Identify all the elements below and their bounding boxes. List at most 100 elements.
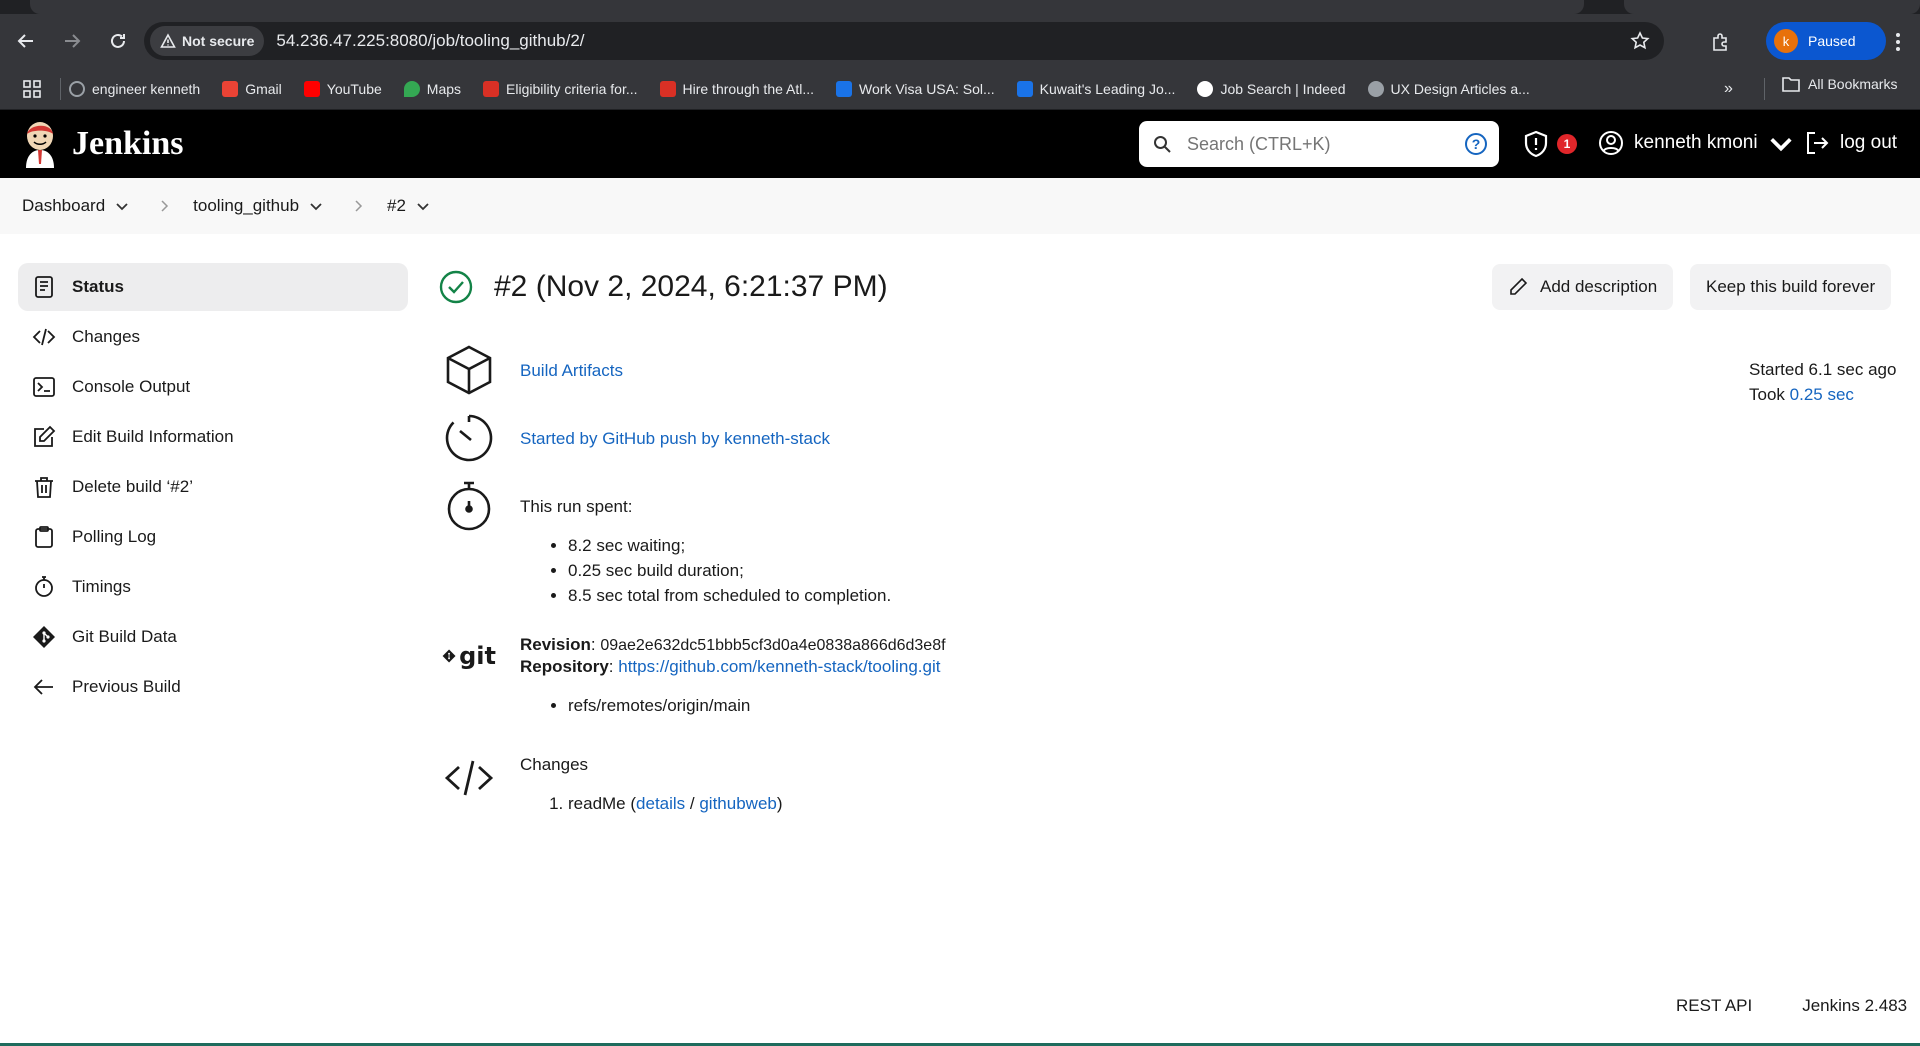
started-ago: Started 6.1 sec ago	[1749, 360, 1897, 379]
git-logo: git	[442, 629, 496, 683]
sidebar-item-polling-log[interactable]: Polling Log	[18, 513, 408, 561]
stopwatch-icon	[35, 576, 53, 597]
browser-menu-icon[interactable]	[1884, 28, 1912, 56]
bookmark-item[interactable]: Maps	[403, 80, 462, 97]
jenkins-logo-icon[interactable]	[20, 120, 60, 168]
took-label: Took	[1749, 385, 1785, 404]
bookmark-item[interactable]: Gmail	[222, 80, 282, 97]
repository-link[interactable]: https://github.com/kenneth-stack/tooling…	[618, 657, 940, 676]
browser-tab-strip	[0, 0, 1920, 14]
build-artifacts-link[interactable]: Build Artifacts	[520, 361, 623, 380]
keep-forever-button[interactable]: Keep this build forever	[1690, 264, 1892, 310]
extensions-icon[interactable]	[1706, 28, 1734, 56]
breadcrumb-label: tooling_github	[193, 196, 300, 215]
changes-label: Changes	[520, 755, 589, 774]
bookmark-item[interactable]: Hire through the Atl...	[659, 80, 814, 97]
bookmark-item[interactable]: Work Visa USA: Sol...	[836, 80, 995, 97]
bookmark-label: Work Visa USA: Sol...	[859, 80, 995, 97]
change-githubweb-link[interactable]: githubweb	[699, 794, 777, 813]
rest-api-link[interactable]: REST API	[1676, 996, 1752, 1016]
logout-link[interactable]: log out	[1804, 130, 1897, 156]
change-message: readMe	[568, 794, 626, 813]
bookmark-item[interactable]: UX Design Articles a...	[1367, 80, 1530, 97]
chevron-down-icon[interactable]	[309, 199, 323, 213]
chevron-down-icon[interactable]	[416, 199, 430, 213]
address-bar[interactable]: Not secure 54.236.47.225:8080/job/toolin…	[144, 22, 1664, 60]
run-spent-label: This run spent:	[520, 497, 633, 516]
bookmarks-bar: engineer kenneth Gmail YouTube Maps Elig…	[0, 68, 1920, 110]
breadcrumb-dashboard[interactable]: Dashboard	[22, 196, 129, 216]
jenkins-version[interactable]: Jenkins 2.483	[1802, 996, 1907, 1016]
build-timing-summary: Started 6.1 sec ago Took 0.25 sec	[1749, 357, 1896, 407]
globe-icon	[1367, 80, 1384, 97]
took-line: Took 0.25 sec	[1749, 382, 1896, 407]
sidebar-item-delete-build[interactable]: Delete build ‘#2’	[18, 463, 408, 511]
search-input[interactable]	[1187, 133, 1457, 155]
change-details-link[interactable]: details	[636, 794, 685, 813]
maple-leaf-icon	[659, 80, 676, 97]
list-item: readMe (details / githubweb)	[568, 791, 783, 816]
bookmark-item[interactable]: Kuwait's Leading Jo...	[1016, 80, 1175, 97]
sidebar-item-timings[interactable]: Timings	[18, 563, 408, 611]
security-shield-icon[interactable]	[1522, 130, 1550, 158]
gmail-icon	[222, 80, 239, 97]
chevron-right-icon	[355, 200, 363, 212]
browser-tab[interactable]	[1624, 0, 1920, 14]
list-item: 8.5 sec total from scheduled to completi…	[568, 583, 891, 608]
security-chip[interactable]: Not secure	[150, 26, 265, 56]
alert-count-badge[interactable]: 1	[1557, 134, 1577, 154]
bookmark-label: engineer kenneth	[92, 80, 201, 97]
apps-grid-icon[interactable]	[12, 79, 52, 98]
breadcrumb: Dashboard tooling_github #2	[0, 178, 1920, 234]
page-title: #2 (Nov 2, 2024, 6:21:37 PM)	[494, 270, 888, 303]
bookmark-star-icon[interactable]	[1630, 31, 1650, 51]
sidebar-item-git-build-data[interactable]: Git Build Data	[18, 613, 408, 661]
list-item: 0.25 sec build duration;	[568, 558, 891, 583]
sidebar-item-label: Delete build ‘#2’	[72, 477, 193, 496]
repository-line: Repository: https://github.com/kenneth-s…	[520, 657, 941, 676]
help-icon[interactable]: ?	[1465, 133, 1487, 155]
bookmark-label: UX Design Articles a...	[1390, 80, 1530, 97]
bookmark-item[interactable]: Job Search | Indeed	[1197, 80, 1346, 97]
more-bookmarks-icon[interactable]: »	[1724, 80, 1733, 98]
all-bookmarks-button[interactable]: All Bookmarks	[1782, 76, 1897, 92]
code-icon	[32, 328, 56, 346]
bookmark-label: YouTube	[326, 80, 382, 97]
git-row: git Revision: 09ae2e632dc51bbb5cf3d0a4e0…	[442, 629, 946, 718]
profile-button[interactable]: k Paused	[1766, 22, 1886, 60]
forward-icon[interactable]	[52, 21, 92, 61]
sidebar-item-edit-build-information[interactable]: Edit Build Information	[18, 413, 408, 461]
user-icon	[1599, 131, 1623, 155]
search-box[interactable]: ?	[1139, 121, 1499, 167]
sidebar-item-previous-build[interactable]: Previous Build	[18, 663, 408, 711]
run-spent-row: This run spent: 8.2 sec waiting; 0.25 se…	[442, 479, 891, 608]
reload-icon[interactable]	[98, 21, 138, 61]
status-icon	[35, 276, 53, 298]
build-header: #2 (Nov 2, 2024, 6:21:37 PM)	[438, 263, 1898, 311]
bookmark-item[interactable]: engineer kenneth	[69, 80, 201, 97]
list-item: refs/remotes/origin/main	[568, 693, 946, 718]
user-menu[interactable]: kenneth kmoni	[1598, 130, 1794, 156]
sidebar-item-console-output[interactable]: Console Output	[18, 363, 408, 411]
maps-icon	[403, 80, 420, 97]
browser-tab[interactable]	[30, 0, 1584, 14]
back-icon[interactable]	[6, 21, 46, 61]
sidebar-item-changes[interactable]: Changes	[18, 313, 408, 361]
add-description-label: Add description	[1540, 277, 1658, 296]
sidebar-item-status[interactable]: Status	[18, 263, 408, 311]
jenkins-title[interactable]: Jenkins	[72, 125, 184, 163]
code-icon	[444, 760, 494, 796]
url-text[interactable]: 54.236.47.225:8080/job/tooling_github/2/	[276, 31, 584, 51]
stopwatch-icon	[447, 481, 491, 531]
trigger-cause-link[interactable]: Started by GitHub push by kenneth-stack	[520, 429, 830, 448]
chevron-down-icon[interactable]	[115, 199, 129, 213]
bookmark-item[interactable]: YouTube	[303, 80, 382, 97]
logout-icon	[1807, 132, 1829, 154]
add-description-button[interactable]: Add description	[1492, 264, 1674, 310]
bookmark-label: Maps	[426, 80, 462, 97]
bookmark-item[interactable]: Eligibility criteria for...	[483, 80, 638, 97]
took-duration-link[interactable]: 0.25 sec	[1790, 385, 1854, 404]
breadcrumb-job[interactable]: tooling_github	[193, 196, 323, 216]
breadcrumb-build[interactable]: #2	[387, 196, 430, 216]
search-icon	[1154, 136, 1171, 153]
